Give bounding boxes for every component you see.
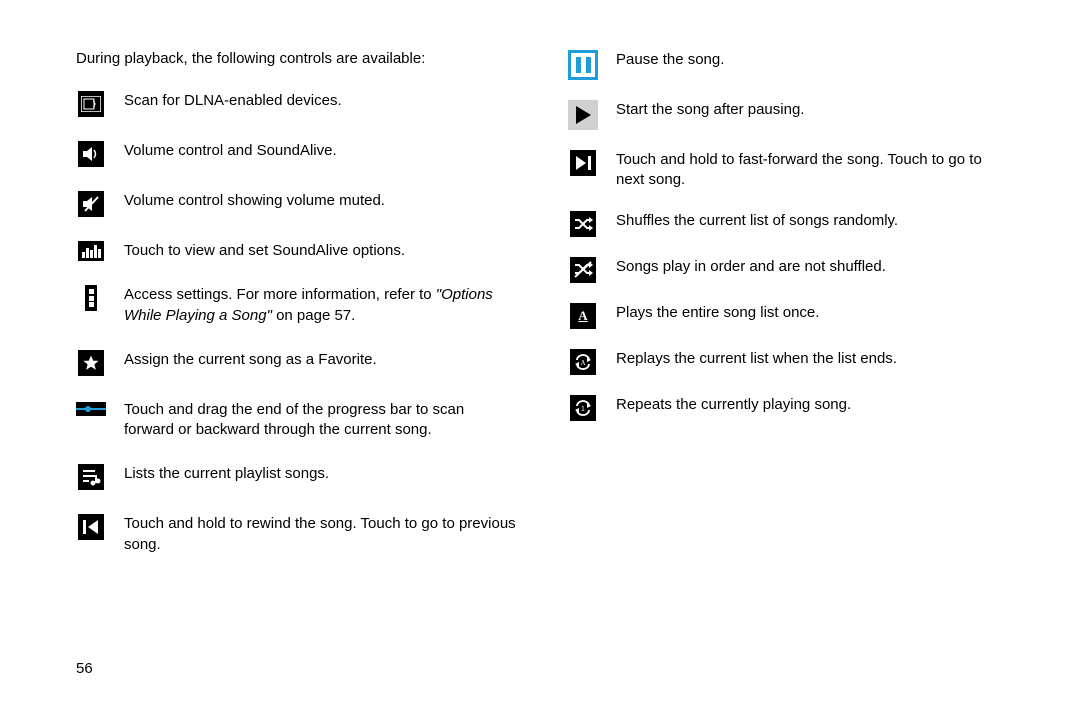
- desc-suffix: on page 57.: [272, 307, 355, 324]
- desc-prefix: Access settings. For more information, r…: [124, 286, 436, 303]
- svg-text:A: A: [580, 359, 585, 367]
- control-row: Touch and drag the end of the progress b…: [76, 400, 518, 441]
- shuffle-off-icon: [570, 257, 596, 283]
- control-row: Shuffles the current list of songs rando…: [568, 211, 1010, 237]
- control-desc: Repeats the currently playing song.: [616, 395, 1010, 415]
- right-column: Pause the song. Start the song after pau…: [568, 50, 1010, 579]
- previous-track-icon: [78, 514, 104, 540]
- play-icon: [568, 100, 598, 130]
- playlist-icon: [78, 464, 104, 490]
- control-desc: Scan for DLNA-enabled devices.: [124, 91, 518, 111]
- control-row: Assign the current song as a Favorite.: [76, 350, 518, 376]
- manual-page: During playback, the following controls …: [0, 0, 1080, 599]
- play-once-icon: A: [570, 303, 596, 329]
- control-desc: Access settings. For more information, r…: [124, 285, 518, 326]
- volume-muted-icon: [78, 191, 104, 217]
- pause-icon: [568, 50, 598, 80]
- progress-bar-icon: [76, 402, 106, 416]
- control-row: A Plays the entire song list once.: [568, 303, 1010, 329]
- control-row: 1 Repeats the currently playing song.: [568, 395, 1010, 421]
- control-desc: Shuffles the current list of songs rando…: [616, 211, 1010, 231]
- svg-text:1: 1: [581, 406, 585, 413]
- control-row: Start the song after pausing.: [568, 100, 1010, 130]
- control-desc: Songs play in order and are not shuffled…: [616, 257, 1010, 277]
- intro-text: During playback, the following controls …: [76, 50, 518, 67]
- page-number: 56: [76, 660, 93, 677]
- favorite-star-icon: [78, 350, 104, 376]
- control-desc: Touch and hold to rewind the song. Touch…: [124, 514, 518, 555]
- control-row: Touch to view and set SoundAlive options…: [76, 241, 518, 261]
- control-desc: Plays the entire song list once.: [616, 303, 1010, 323]
- control-desc: Volume control and SoundAlive.: [124, 141, 518, 161]
- repeat-all-icon: A: [570, 349, 596, 375]
- settings-dots-icon: [85, 285, 97, 311]
- dlna-scan-icon: [78, 91, 104, 117]
- control-row: Songs play in order and are not shuffled…: [568, 257, 1010, 283]
- control-desc: Replays the current list when the list e…: [616, 349, 1010, 369]
- control-desc: Start the song after pausing.: [616, 100, 1010, 120]
- control-row: Pause the song.: [568, 50, 1010, 80]
- control-desc: Touch to view and set SoundAlive options…: [124, 241, 518, 261]
- control-row: Volume control and SoundAlive.: [76, 141, 518, 167]
- equalizer-icon: [78, 241, 104, 261]
- control-row: Lists the current playlist songs.: [76, 464, 518, 490]
- control-desc: Assign the current song as a Favorite.: [124, 350, 518, 370]
- volume-icon: [78, 141, 104, 167]
- control-desc: Pause the song.: [616, 50, 1010, 70]
- control-row: Volume control showing volume muted.: [76, 191, 518, 217]
- control-desc: Volume control showing volume muted.: [124, 191, 518, 211]
- shuffle-on-icon: [570, 211, 596, 237]
- control-row: Access settings. For more information, r…: [76, 285, 518, 326]
- next-track-icon: [570, 150, 596, 176]
- control-row: Touch and hold to fast-forward the song.…: [568, 150, 1010, 191]
- control-desc: Touch and hold to fast-forward the song.…: [616, 150, 1010, 191]
- control-row: Scan for DLNA-enabled devices.: [76, 91, 518, 117]
- control-desc: Lists the current playlist songs.: [124, 464, 518, 484]
- control-row: Touch and hold to rewind the song. Touch…: [76, 514, 518, 555]
- repeat-one-icon: 1: [570, 395, 596, 421]
- control-desc: Touch and drag the end of the progress b…: [124, 400, 518, 441]
- control-row: A Replays the current list when the list…: [568, 349, 1010, 375]
- left-column: During playback, the following controls …: [76, 50, 518, 579]
